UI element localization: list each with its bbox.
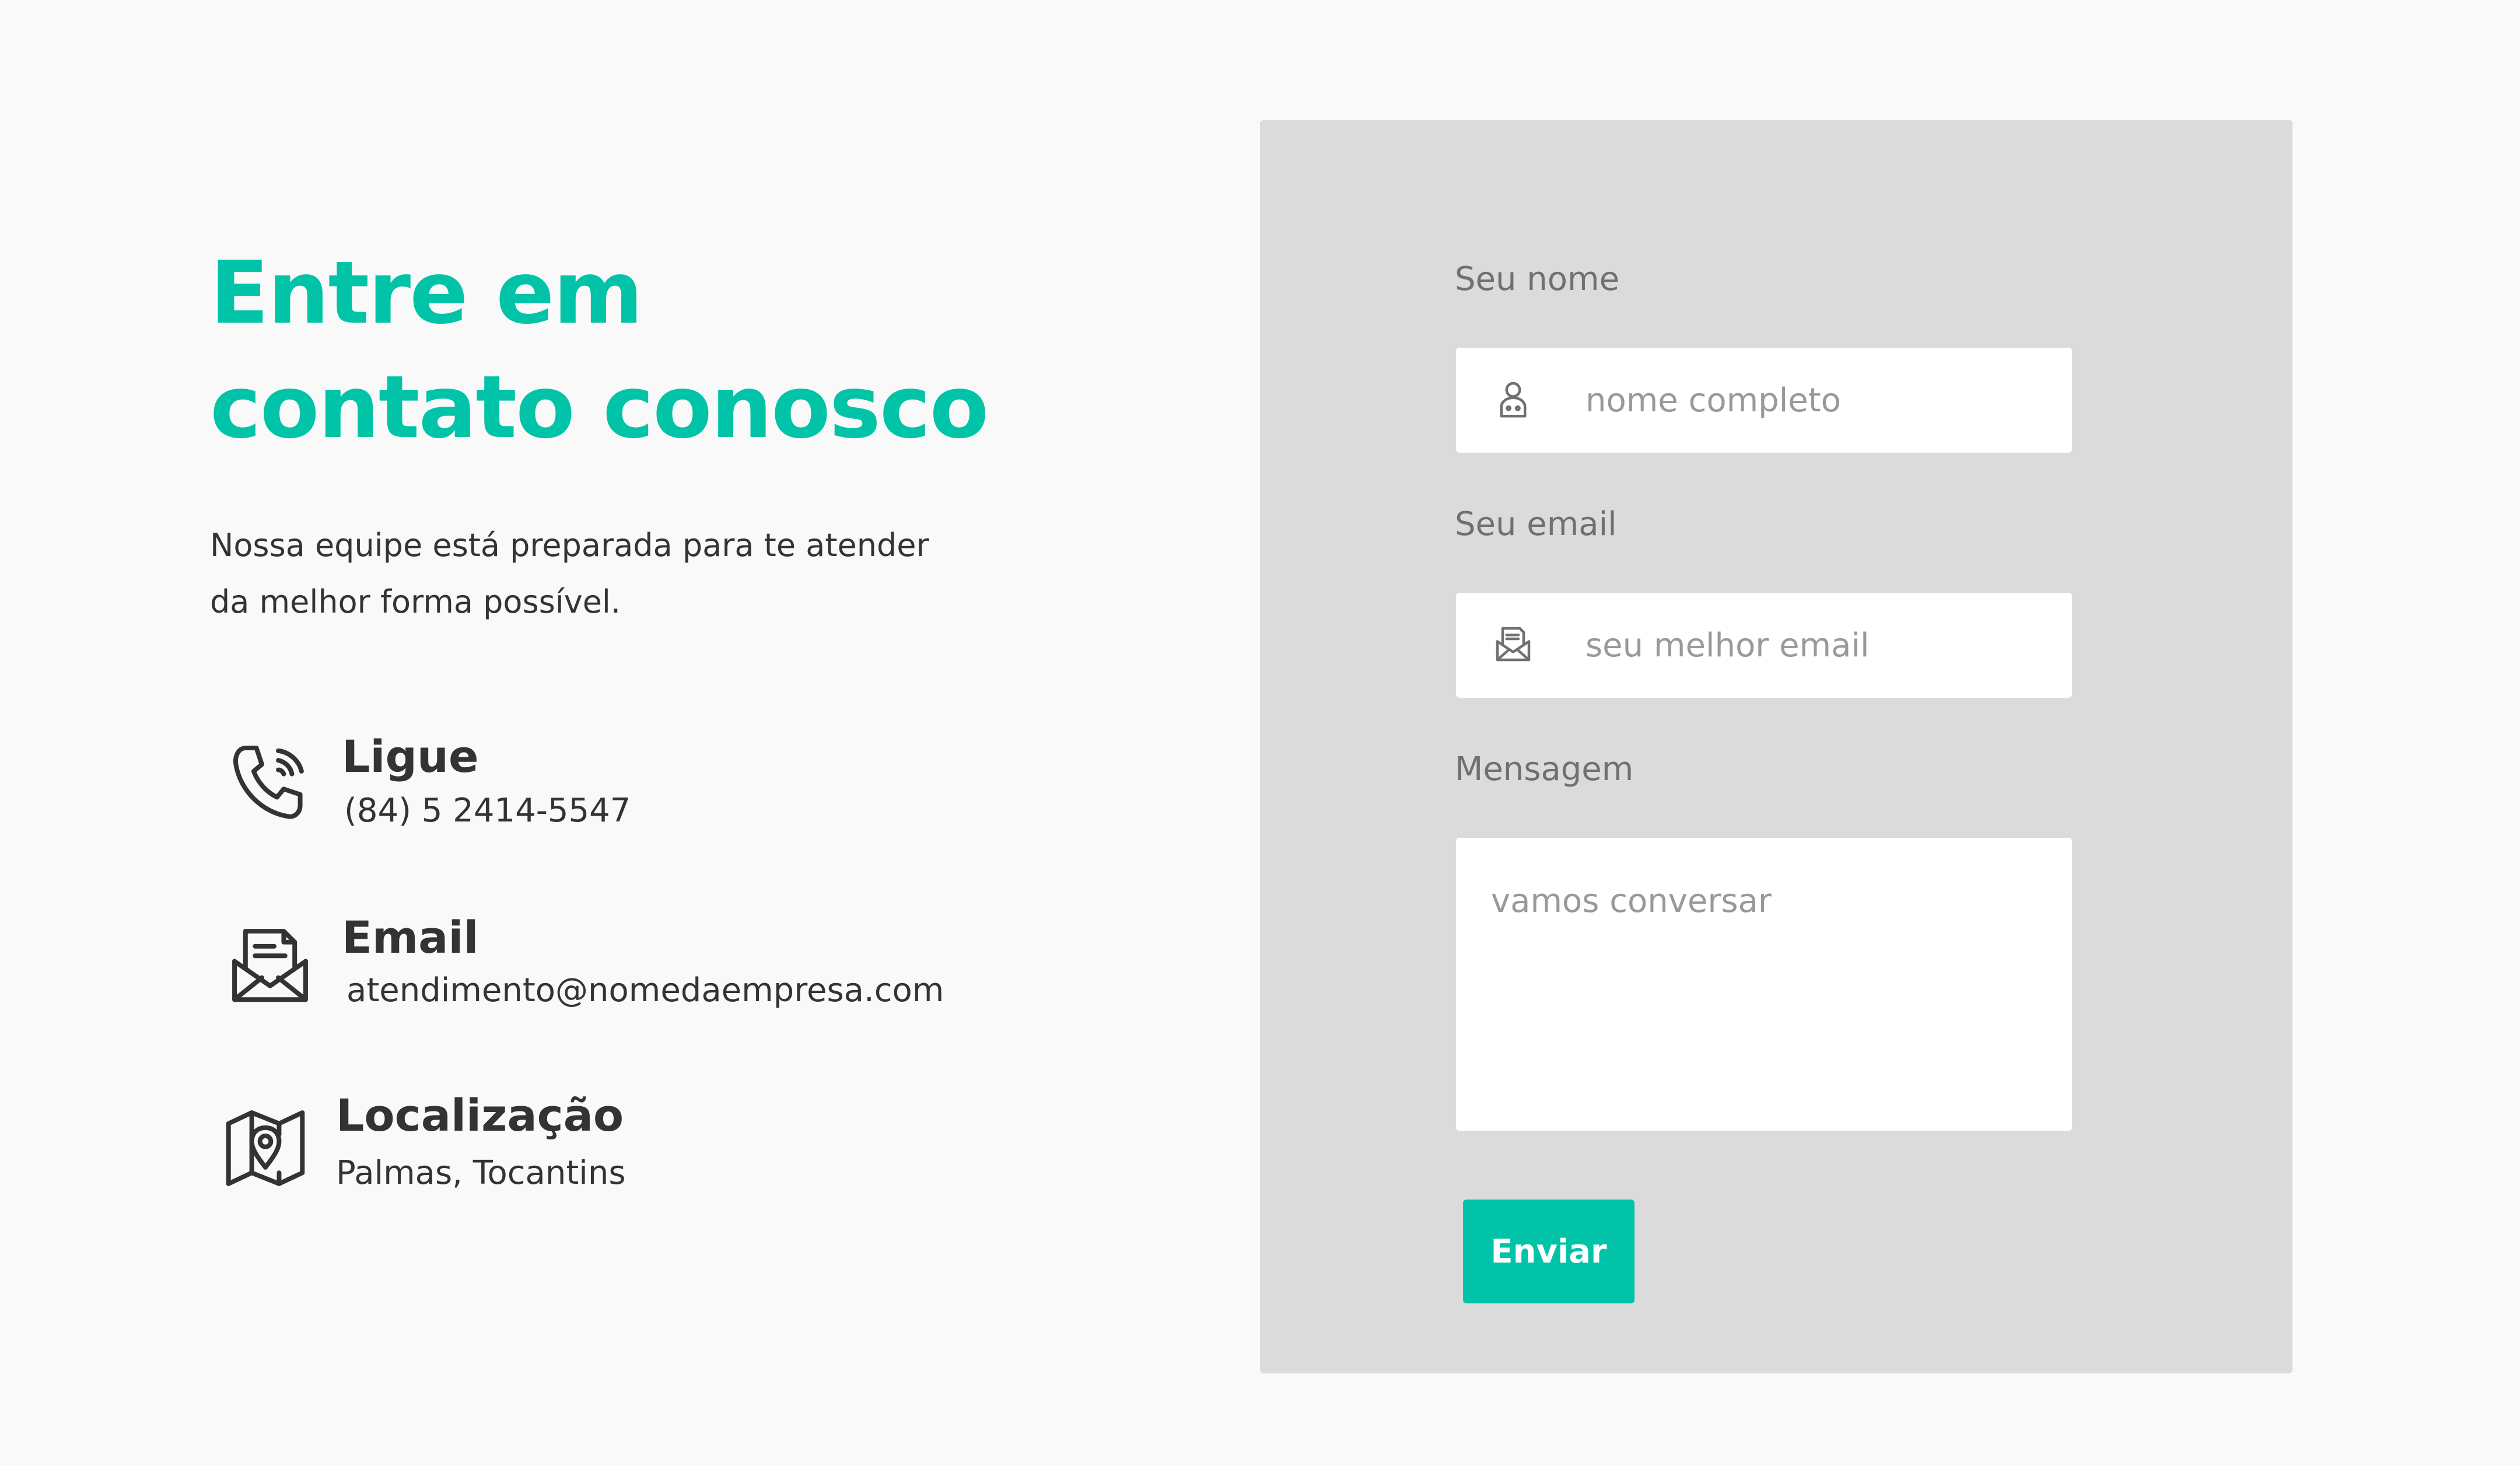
email-field[interactable]	[1456, 593, 2072, 698]
name-label: Seu nome	[1455, 260, 1620, 298]
contact-value-location: Palmas, Tocantins	[336, 1154, 626, 1192]
page-subtitle: Nossa equipe está preparada para te aten…	[210, 527, 929, 620]
contact-value-email[interactable]: atendimento@nomedaempresa.com	[346, 970, 944, 1011]
message-input[interactable]	[1491, 881, 2045, 1114]
user-icon	[1500, 382, 1527, 418]
contact-value-phone[interactable]: (84) 5 2414-5547	[344, 791, 631, 831]
email-input[interactable]	[1586, 593, 2052, 698]
message-field[interactable]	[1456, 838, 2072, 1131]
phone-icon	[226, 740, 314, 827]
envelope-open-icon	[226, 923, 314, 1011]
name-field[interactable]	[1456, 348, 2072, 453]
email-label: Seu email	[1455, 505, 1617, 543]
send-button[interactable]: Enviar	[1463, 1200, 1634, 1303]
contact-title-email: Email	[342, 911, 479, 963]
map-pin-icon	[222, 1104, 309, 1192]
name-input[interactable]	[1586, 348, 2052, 453]
contact-title-phone: Ligue	[342, 730, 479, 782]
email-icon	[1496, 627, 1531, 662]
contact-form: Seu nome Seu email Mensagem Enviar	[1260, 120, 2292, 1373]
contact-info-section: Entre em contato conosco Nossa equipe es…	[210, 0, 1085, 1465]
message-label: Mensagem	[1455, 750, 1634, 788]
page-title: Entre em contato conosco	[210, 243, 989, 457]
contact-title-location: Localização	[336, 1089, 624, 1141]
